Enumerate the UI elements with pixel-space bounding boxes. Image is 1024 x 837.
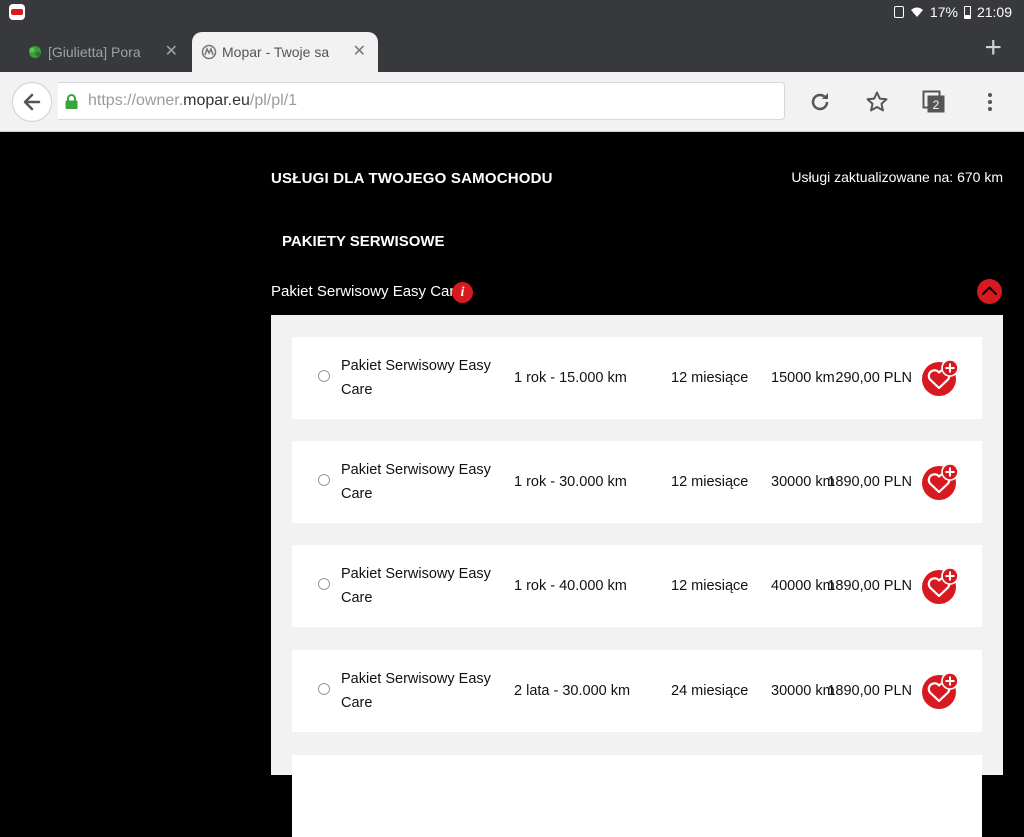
package-name: Pakiet Serwisowy Easy Care [341, 358, 491, 398]
package-group-label: Pakiet Serwisowy Easy Care [271, 283, 463, 300]
package-row-partial[interactable] [292, 755, 982, 837]
package-term: 1 rok - 15.000 km [514, 370, 627, 386]
new-tab-icon[interactable]: + [984, 28, 1002, 68]
package-km: 30000 km [771, 474, 835, 490]
battery-icon [963, 5, 971, 19]
package-name: Pakiet Serwisowy Easy Care [341, 462, 491, 502]
package-row[interactable]: Pakiet Serwisowy Easy Care 1 rok - 30.00… [292, 441, 982, 523]
back-button[interactable] [12, 82, 52, 122]
app-notification-icon [9, 4, 25, 20]
package-km: 15000 km [771, 370, 835, 386]
page-title: USŁUGI DLA TWOJEGO SAMOCHODU [271, 170, 553, 187]
package-km: 40000 km [771, 578, 835, 594]
tab-switcher-icon[interactable]: 2 [922, 90, 946, 114]
package-term: 1 rok - 30.000 km [514, 474, 627, 490]
url-path: /pl/pl/1 [249, 92, 298, 109]
package-months: 12 miesiące [671, 578, 749, 594]
close-tab-icon[interactable]: ✕ [165, 32, 178, 72]
package-radio[interactable] [318, 683, 330, 695]
arrow-left-icon [23, 93, 41, 111]
package-km: 30000 km [771, 683, 835, 699]
package-row[interactable]: Pakiet Serwisowy Easy Care 2 lata - 30.0… [292, 650, 982, 732]
package-price: 290,00 PLN [835, 370, 912, 386]
package-radio[interactable] [318, 578, 330, 590]
wifi-icon [910, 7, 923, 17]
package-months: 12 miesiące [671, 474, 749, 490]
package-radio[interactable] [318, 370, 330, 382]
services-update-info: Usługi zaktualizowane na: 670 km [791, 169, 1003, 185]
package-term: 2 lata - 30.000 km [514, 683, 631, 699]
address-bar[interactable]: https://owner.mopar.eu/pl/pl/1 [58, 82, 785, 120]
url-prefix: https://owner. [88, 92, 184, 109]
notification-icon [893, 6, 904, 18]
add-package-icon[interactable] [921, 671, 960, 710]
package-row[interactable]: Pakiet Serwisowy Easy Care 1 rok - 15.00… [292, 337, 982, 419]
chevron-up-icon [982, 286, 997, 295]
tab-mopar[interactable]: Mopar - Twoje sa ✕ [192, 32, 378, 72]
package-price: 1890,00 PLN [827, 474, 912, 490]
battery-level: 17% [929, 4, 958, 20]
package-term: 1 rok - 40.000 km [514, 578, 627, 594]
leaf-favicon-icon [29, 46, 41, 58]
close-tab-icon[interactable]: ✕ [353, 32, 366, 72]
url-host: mopar.eu [183, 92, 250, 109]
status-indicators: 17% 21:09 [893, 0, 1012, 24]
url-text: https://owner.mopar.eu/pl/pl/1 [88, 83, 297, 119]
status-bar: 17% 21:09 [0, 0, 1024, 24]
tab-strip: [Giulietta] Pora ✕ Mopar - Twoje sa ✕ + [0, 24, 1024, 72]
lock-icon [65, 94, 78, 109]
reload-icon[interactable] [808, 90, 832, 114]
add-package-icon[interactable] [921, 358, 960, 397]
mopar-favicon-icon [201, 44, 217, 60]
add-package-icon[interactable] [921, 462, 960, 501]
package-row[interactable]: Pakiet Serwisowy Easy Care 1 rok - 40.00… [292, 545, 982, 627]
section-title: PAKIETY SERWISOWE [282, 233, 445, 250]
tab-title: Mopar - Twoje sa [222, 44, 330, 60]
svg-text:2: 2 [933, 98, 940, 112]
package-name: Pakiet Serwisowy Easy Care [341, 671, 491, 711]
package-price: 1890,00 PLN [827, 578, 912, 594]
package-months: 24 miesiące [671, 683, 749, 699]
package-price: 1890,00 PLN [827, 683, 912, 699]
add-package-icon[interactable] [921, 566, 960, 605]
star-icon[interactable] [865, 90, 889, 114]
browser-toolbar: https://owner.mopar.eu/pl/pl/1 2 [0, 72, 1024, 132]
info-icon[interactable]: i [452, 282, 473, 303]
menu-dots-icon[interactable] [978, 90, 1002, 114]
package-radio[interactable] [318, 474, 330, 486]
tab-title: [Giulietta] Pora [48, 44, 141, 60]
package-name: Pakiet Serwisowy Easy Care [341, 566, 491, 606]
clock: 21:09 [976, 4, 1012, 20]
package-months: 12 miesiące [671, 370, 749, 386]
packages-panel: Pakiet Serwisowy Easy Care 1 rok - 15.00… [271, 315, 1003, 837]
collapse-button[interactable] [977, 279, 1002, 304]
tab-giulietta[interactable]: [Giulietta] Pora ✕ [18, 32, 190, 72]
